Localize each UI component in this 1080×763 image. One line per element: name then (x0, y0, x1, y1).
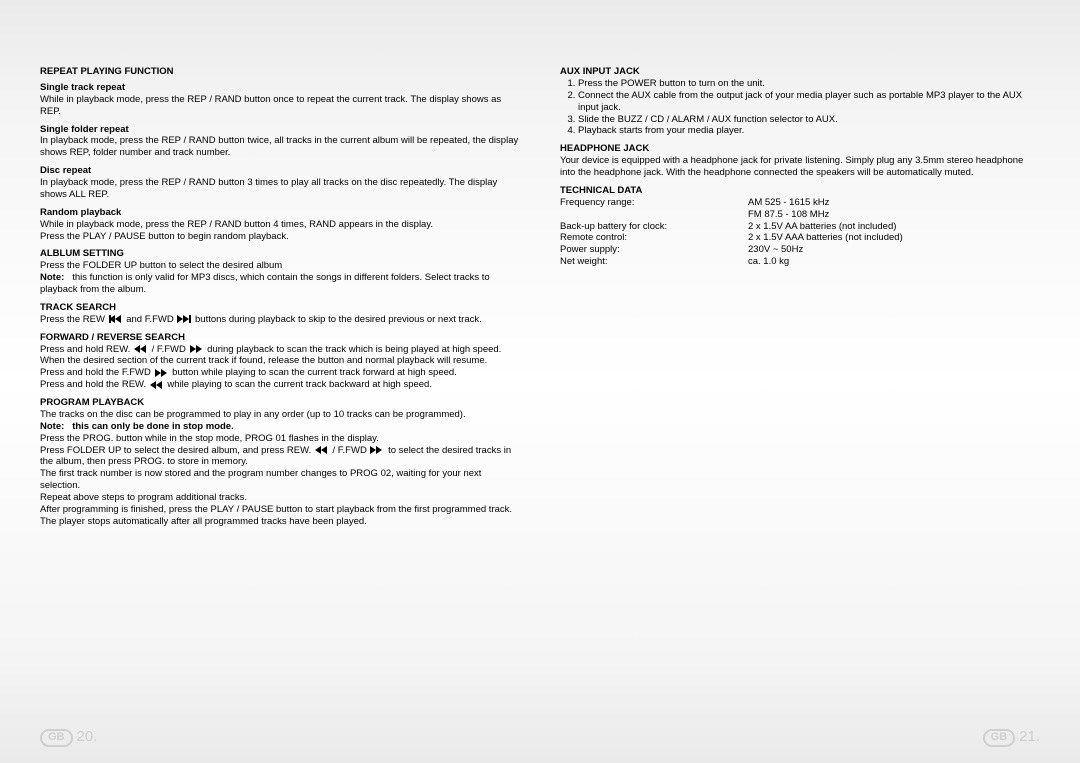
forward-icon (177, 315, 191, 323)
text-random-b: Press the PLAY / PAUSE button to begin r… (40, 231, 520, 243)
tech-value: 2 x 1.5V AA batteries (not included) (748, 221, 1040, 233)
note-label: Note: (40, 272, 64, 283)
pp3b: / F.FWD (333, 445, 370, 456)
heading-program: PROGRAM PLAYBACK (40, 397, 520, 409)
text-pp-note: Note: this can only be done in stop mode… (40, 421, 520, 433)
tech-label: Back-up battery for clock: (560, 221, 740, 233)
heading-album: ALBLUM SETTING (40, 248, 520, 260)
fr1b: / F.FWD (152, 344, 189, 355)
tech-label: Power supply: (560, 244, 740, 256)
subhead-random: Random playback (40, 207, 520, 219)
text-album-1: Press the FOLDER UP button to select the… (40, 260, 520, 272)
text-fr3: Press and hold the REW. while playing to… (40, 379, 520, 391)
tech-table: Frequency range: AM 525 - 1615 kHz FM 87… (560, 197, 1040, 268)
text-single-track: While in playback mode, press the REP / … (40, 94, 520, 118)
heading-fwd-rev: FORWARD / REVERSE SEARCH (40, 332, 520, 344)
tech-label: Remote control: (560, 232, 740, 244)
list-item: Playback starts from your media player. (578, 125, 1040, 137)
text-pp5: Repeat above steps to program additional… (40, 492, 520, 504)
document-spread: REPEAT PLAYING FUNCTION Single track rep… (0, 0, 1080, 763)
heading-track-search: TRACK SEARCH (40, 302, 520, 314)
page-footer-left: GB 20. (40, 728, 97, 747)
note-text-bold: this can only be done in stop mode. (72, 421, 234, 432)
text-random-a: While in playback mode, press the REP / … (40, 219, 520, 231)
text-pp1: The tracks on the disc can be programmed… (40, 409, 520, 421)
subhead-disc-repeat: Disc repeat (40, 165, 520, 177)
tech-label: Frequency range: (560, 197, 740, 209)
text-pp6: After programming is finished, press the… (40, 504, 520, 528)
ts-pre: Press the REW (40, 314, 108, 325)
heading-repeat: REPEAT PLAYING FUNCTION (40, 66, 520, 78)
heading-aux: AUX INPUT JACK (560, 66, 1040, 78)
text-fr2: Press and hold the F.FWD button while pl… (40, 367, 520, 379)
text-pp4: The first track number is now stored and… (40, 468, 520, 492)
ts-mid: and F.FWD (126, 314, 176, 325)
page-left: REPEAT PLAYING FUNCTION Single track rep… (0, 0, 540, 763)
text-headphone: Your device is equipped with a headphone… (560, 155, 1040, 179)
fr3a: Press and hold the REW. (40, 379, 149, 390)
rewind-icon (109, 315, 123, 323)
pp3a: Press FOLDER UP to select the desired al… (40, 445, 314, 456)
fr3b: while playing to scan the current track … (167, 379, 432, 390)
subhead-single-folder: Single folder repeat (40, 124, 520, 136)
text-fr1: Press and hold REW. / F.FWD during playb… (40, 344, 520, 368)
list-item: Press the POWER button to turn on the un… (578, 78, 1040, 90)
subhead-single-track: Single track repeat (40, 82, 520, 94)
ts-post: buttons during playback to skip to the d… (195, 314, 482, 325)
tech-value: AM 525 - 1615 kHz (748, 197, 1040, 209)
rewind-icon (150, 381, 164, 389)
gb-badge: GB (40, 729, 73, 747)
heading-headphone: HEADPHONE JACK (560, 143, 1040, 155)
list-item: Connect the AUX cable from the output ja… (578, 90, 1040, 114)
note-text: this function is only valid for MP3 disc… (40, 272, 490, 295)
note-label: Note: (40, 421, 64, 432)
page-footer-right: GB 21. (983, 728, 1040, 747)
forward-icon (190, 345, 204, 353)
page-number-right: 21. (1019, 728, 1040, 747)
tech-value: FM 87.5 - 108 MHz (748, 209, 1040, 221)
fr1a: Press and hold REW. (40, 344, 133, 355)
tech-label: Net weight: (560, 256, 740, 268)
tech-value: 230V ~ 50Hz (748, 244, 1040, 256)
text-disc-repeat: In playback mode, press the REP / RAND b… (40, 177, 520, 201)
forward-icon (370, 446, 384, 454)
tech-value: ca. 1.0 kg (748, 256, 1040, 268)
page-number-left: 20. (77, 728, 98, 747)
gb-badge: GB (983, 729, 1016, 747)
forward-icon (155, 369, 169, 377)
aux-list: Press the POWER button to turn on the un… (560, 78, 1040, 137)
page-right: AUX INPUT JACK Press the POWER button to… (540, 0, 1080, 763)
text-pp3: Press FOLDER UP to select the desired al… (40, 445, 520, 469)
fr2a: Press and hold the F.FWD (40, 367, 154, 378)
text-single-folder: In playback mode, press the REP / RAND b… (40, 135, 520, 159)
rewind-icon (134, 345, 148, 353)
rewind-icon (315, 446, 329, 454)
list-item: Slide the BUZZ / CD / ALARM / AUX functi… (578, 114, 1040, 126)
fr2b: button while playing to scan the current… (172, 367, 457, 378)
tech-value: 2 x 1.5V AAA batteries (not included) (748, 232, 1040, 244)
text-album-note: Note: this function is only valid for MP… (40, 272, 520, 296)
text-pp2: Press the PROG. button while in the stop… (40, 433, 520, 445)
heading-tech: TECHNICAL DATA (560, 185, 1040, 197)
text-track-search: Press the REW and F.FWD buttons during p… (40, 314, 520, 326)
